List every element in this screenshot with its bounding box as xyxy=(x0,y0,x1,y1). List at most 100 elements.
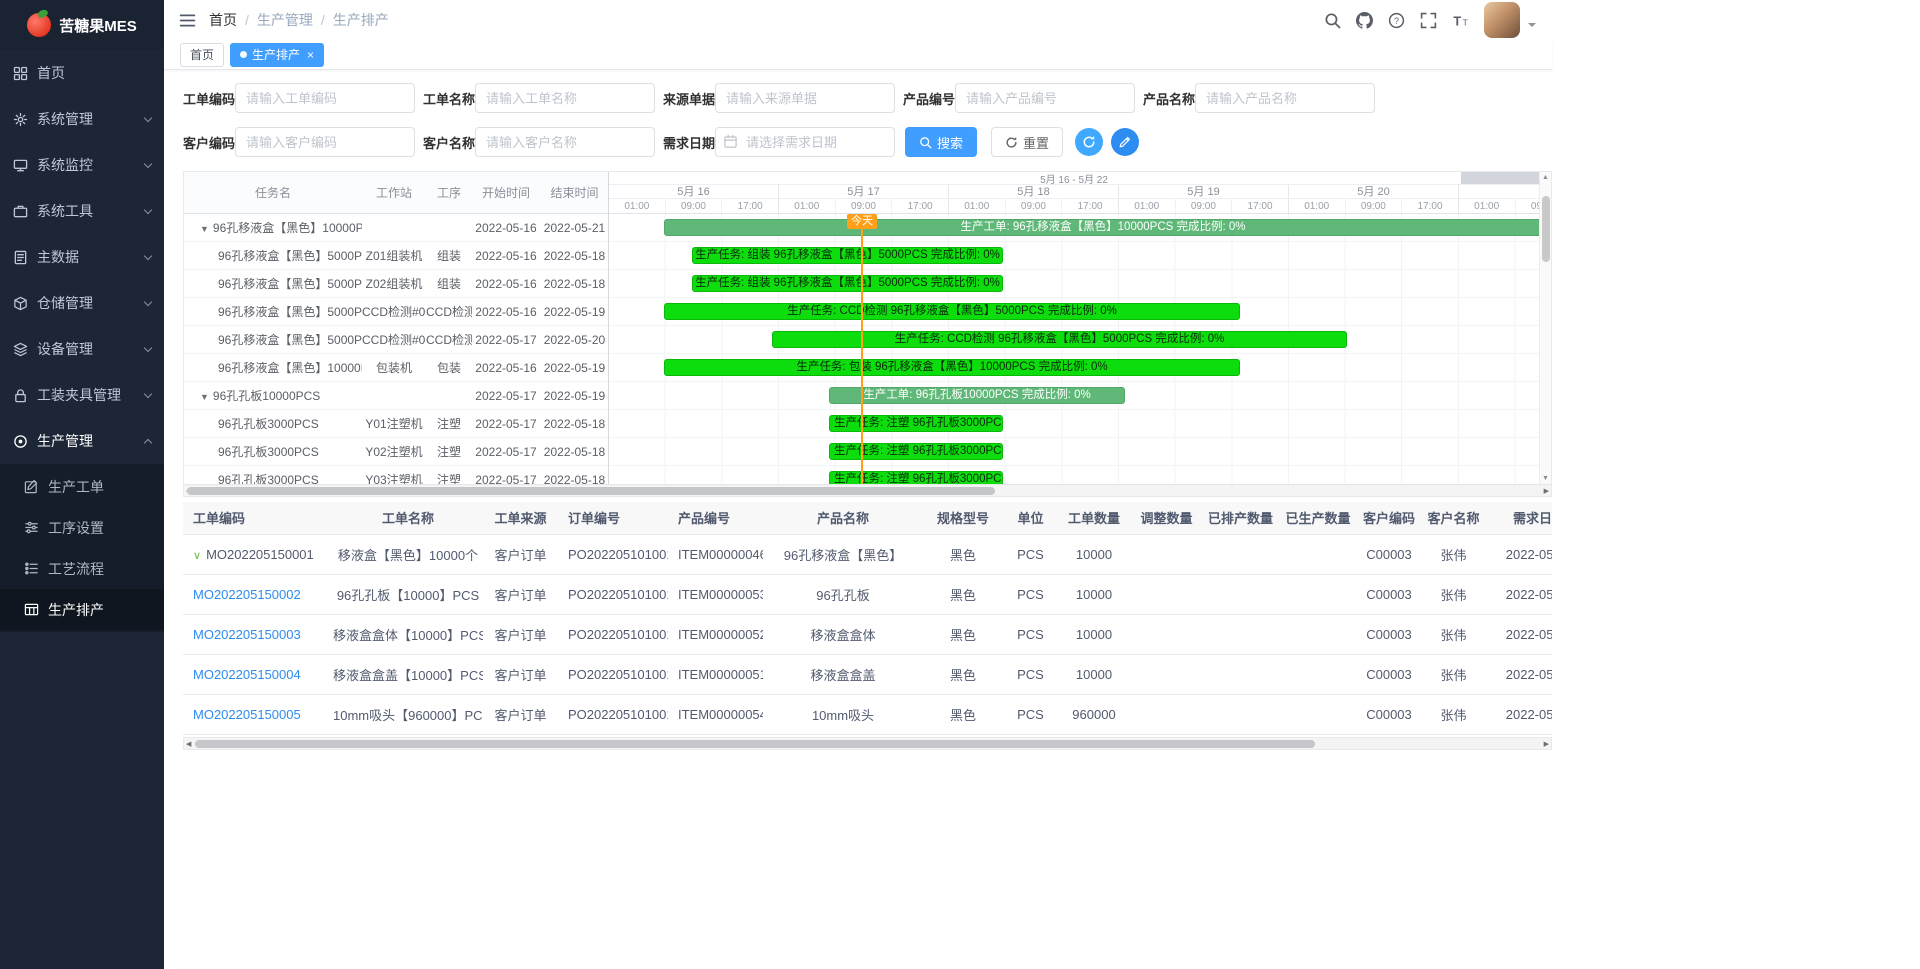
sidebar-item-7[interactable]: 工装夹具管理 xyxy=(0,372,164,418)
order-code-link[interactable]: MO202205150003 xyxy=(193,627,301,642)
gantt-task-bar[interactable]: 生产任务: 包装 96孔移液盒【黑色】10000PCS 完成比例: 0% xyxy=(664,359,1240,376)
orders-row-1[interactable]: MO20220515000296孔孔板【10000】PCS客户订单PO20220… xyxy=(183,574,1552,614)
breadcrumb-item-2[interactable]: 生产排产 xyxy=(333,10,389,30)
gantt-task-row-7[interactable]: 96孔孔板3000PCSY01注塑机注塑2022-05-172022-05-18 xyxy=(184,410,608,438)
github-icon[interactable] xyxy=(1356,12,1373,29)
gantt-horizontal-scrollbar[interactable]: ◀ ▶ xyxy=(184,484,1551,496)
gantt-task-row-4[interactable]: 96孔移液盒【黑色】5000PCSCCD检测#02CCD检测2022-05-17… xyxy=(184,326,608,354)
order-code-link[interactable]: MO202205150001 xyxy=(206,547,314,562)
gantt-order-bar[interactable]: 生产工单: 96孔移液盒【黑色】10000PCS 完成比例: 0% xyxy=(664,219,1539,236)
orders-row-0[interactable]: ∨MO202205150001移液盒【黑色】10000个客户订单PO202205… xyxy=(183,534,1552,574)
breadcrumb-item-0[interactable]: 首页 xyxy=(209,10,237,30)
tab-close-icon[interactable]: × xyxy=(307,49,314,61)
filter-row-1: 工单编码 工单名称 来源单据 产品编号 产品名称 xyxy=(183,83,1552,113)
chevron-down-icon xyxy=(144,297,152,305)
orders-row-2[interactable]: MO202205150003移液盒盒体【10000】PCS客户订单PO20220… xyxy=(183,614,1552,654)
orders-cell: 移液盒【黑色】10000个 xyxy=(333,534,483,574)
horizontal-scroll-thumb[interactable] xyxy=(187,487,995,495)
task-cell: 2022-05-16 xyxy=(472,221,540,235)
filter-input-7[interactable] xyxy=(715,127,895,157)
filter-input-6[interactable] xyxy=(475,127,655,157)
sidebar-subitem-2[interactable]: 工艺流程 xyxy=(0,548,164,589)
sidebar-subitem-0[interactable]: 生产工单 xyxy=(0,466,164,507)
gantt-task-bar[interactable]: 生产任务: 注塑 96孔孔板3000PCS 完成比例: 0% xyxy=(829,471,1003,484)
gantt-task-row-6[interactable]: ▼96孔孔板10000PCS2022-05-172022-05-19 xyxy=(184,382,608,410)
task-name: 96孔孔板3000PCS xyxy=(218,417,319,431)
orders-cell xyxy=(1203,534,1278,574)
scroll-right-icon[interactable]: ▶ xyxy=(1544,487,1549,495)
orders-row-3[interactable]: MO202205150004移液盒盒盖【10000】PCS客户订单PO20220… xyxy=(183,654,1552,694)
sidebar-item-1[interactable]: 系统管理 xyxy=(0,96,164,142)
breadcrumb-item-1[interactable]: 生产管理 xyxy=(257,10,313,30)
sidebar-item-3[interactable]: 系统工具 xyxy=(0,188,164,234)
filter-input-2[interactable] xyxy=(715,83,895,113)
edit-round-button[interactable] xyxy=(1111,128,1139,156)
scroll-up-icon[interactable]: ▲ xyxy=(1542,172,1549,183)
reset-button[interactable]: 重置 xyxy=(991,127,1063,157)
sidebar-item-5[interactable]: 仓储管理 xyxy=(0,280,164,326)
filter-input-4[interactable] xyxy=(1195,83,1375,113)
scroll-down-icon[interactable]: ▼ xyxy=(1542,473,1549,484)
filter-input-0[interactable] xyxy=(235,83,415,113)
gantt-task-bar[interactable]: 生产任务: 组装 96孔移液盒【黑色】5000PCS 完成比例: 0% xyxy=(692,275,1003,292)
sidebar-item-6[interactable]: 设备管理 xyxy=(0,326,164,372)
tab-0[interactable]: 首页 xyxy=(180,43,224,67)
search-button[interactable]: 搜索 xyxy=(905,127,977,157)
gantt-task-row-0[interactable]: ▼96孔移液盒【黑色】10000PCS2022-05-162022-05-21 xyxy=(184,214,608,242)
avatar-caret-down-icon[interactable] xyxy=(1528,23,1536,31)
gantt-vertical-scrollbar[interactable]: ▲ ▼ xyxy=(1539,172,1551,484)
sidebar-subitem-label: 生产排产 xyxy=(48,600,104,620)
font-size-icon[interactable] xyxy=(1452,12,1469,29)
gantt-task-bar[interactable]: 生产任务: 组装 96孔移液盒【黑色】5000PCS 完成比例: 0% xyxy=(692,247,1003,264)
orders-row-4[interactable]: MO20220515000510mm吸头【960000】PCS客户订单PO202… xyxy=(183,694,1552,734)
sidebar-subitem-1[interactable]: 工序设置 xyxy=(0,507,164,548)
tab-1[interactable]: 生产排产 × xyxy=(230,43,324,67)
gantt-task-row-8[interactable]: 96孔孔板3000PCSY02注塑机注塑2022-05-172022-05-18 xyxy=(184,438,608,466)
scroll-left-icon[interactable]: ◀ xyxy=(186,740,191,748)
sidebar-item-4[interactable]: 主数据 xyxy=(0,234,164,280)
horizontal-scroll-thumb[interactable] xyxy=(195,740,1315,748)
sidebar-item-2[interactable]: 系统监控 xyxy=(0,142,164,188)
sidebar-item-8[interactable]: 生产管理 xyxy=(0,418,164,464)
orders-cell: 黑色 xyxy=(923,534,1003,574)
refresh-round-button[interactable] xyxy=(1075,128,1103,156)
expand-triangle-icon[interactable]: ▼ xyxy=(200,392,209,402)
gantt-task-row-2[interactable]: 96孔移液盒【黑色】5000PCSZ02组装机组装2022-05-162022-… xyxy=(184,270,608,298)
orders-cell: 张伟 xyxy=(1420,694,1487,734)
gantt-task-bar[interactable]: 生产任务: CCD检测 96孔移液盒【黑色】5000PCS 完成比例: 0% xyxy=(664,303,1240,320)
gantt-grid-header: 任务名工作站工序开始时间结束时间 xyxy=(184,172,608,214)
sidebar-subitem-3[interactable]: 生产排产 xyxy=(0,589,164,630)
gantt-task-row-1[interactable]: 96孔移液盒【黑色】5000PCSZ01组装机组装2022-05-162022-… xyxy=(184,242,608,270)
gantt-task-row-9[interactable]: 96孔孔板3000PCSY03注塑机注塑2022-05-172022-05-18 xyxy=(184,466,608,484)
gantt-task-row-3[interactable]: 96孔移液盒【黑色】5000PCSCCD检测#01CCD检测2022-05-16… xyxy=(184,298,608,326)
filter-input-5[interactable] xyxy=(235,127,415,157)
gantt-task-bar[interactable]: 生产任务: 注塑 96孔孔板3000PCS 完成比例: 0% xyxy=(829,443,1003,460)
row-expand-chevron-icon[interactable]: ∨ xyxy=(193,550,201,562)
gantt-column-header-4: 结束时间 xyxy=(540,184,609,201)
vertical-scroll-thumb[interactable] xyxy=(1542,196,1550,262)
filter-input-3[interactable] xyxy=(955,83,1135,113)
order-code-link[interactable]: MO202205150005 xyxy=(193,707,301,722)
sidebar-item-0[interactable]: 首页 xyxy=(0,50,164,96)
search-icon[interactable] xyxy=(1324,12,1341,29)
scroll-right-icon[interactable]: ▶ xyxy=(1544,740,1549,748)
fullscreen-icon[interactable] xyxy=(1420,12,1437,29)
help-icon[interactable] xyxy=(1388,12,1405,29)
filter-row-2: 客户编码 客户名称 需求日期 搜索重置 xyxy=(183,127,1552,157)
gantt-task-row-5[interactable]: 96孔移液盒【黑色】10000PCS包装机包装2022-05-162022-05… xyxy=(184,354,608,382)
timeline-hour-tick: 09:00 xyxy=(1346,199,1403,213)
menu-collapse-icon[interactable] xyxy=(178,12,197,29)
task-name: 96孔移液盒【黑色】5000PCS xyxy=(218,277,362,291)
orders-horizontal-scrollbar[interactable]: ◀ ▶ xyxy=(183,737,1552,750)
gantt-task-bar[interactable]: 生产任务: 注塑 96孔孔板3000PCS 完成比例: 0% xyxy=(829,415,1003,432)
orders-cell xyxy=(1130,654,1203,694)
orders-cell: PO202205101001 xyxy=(558,574,668,614)
order-code-link[interactable]: MO202205150002 xyxy=(193,587,301,602)
user-avatar[interactable] xyxy=(1484,2,1520,38)
gantt-order-bar[interactable]: 生产工单: 96孔孔板10000PCS 完成比例: 0% xyxy=(829,387,1125,404)
expand-triangle-icon[interactable]: ▼ xyxy=(200,224,209,234)
gantt-task-bar[interactable]: 生产任务: CCD检测 96孔移液盒【黑色】5000PCS 完成比例: 0% xyxy=(772,331,1347,348)
filter-input-1[interactable] xyxy=(475,83,655,113)
order-code-link[interactable]: MO202205150004 xyxy=(193,667,301,682)
task-name: 96孔孔板3000PCS xyxy=(218,473,319,484)
